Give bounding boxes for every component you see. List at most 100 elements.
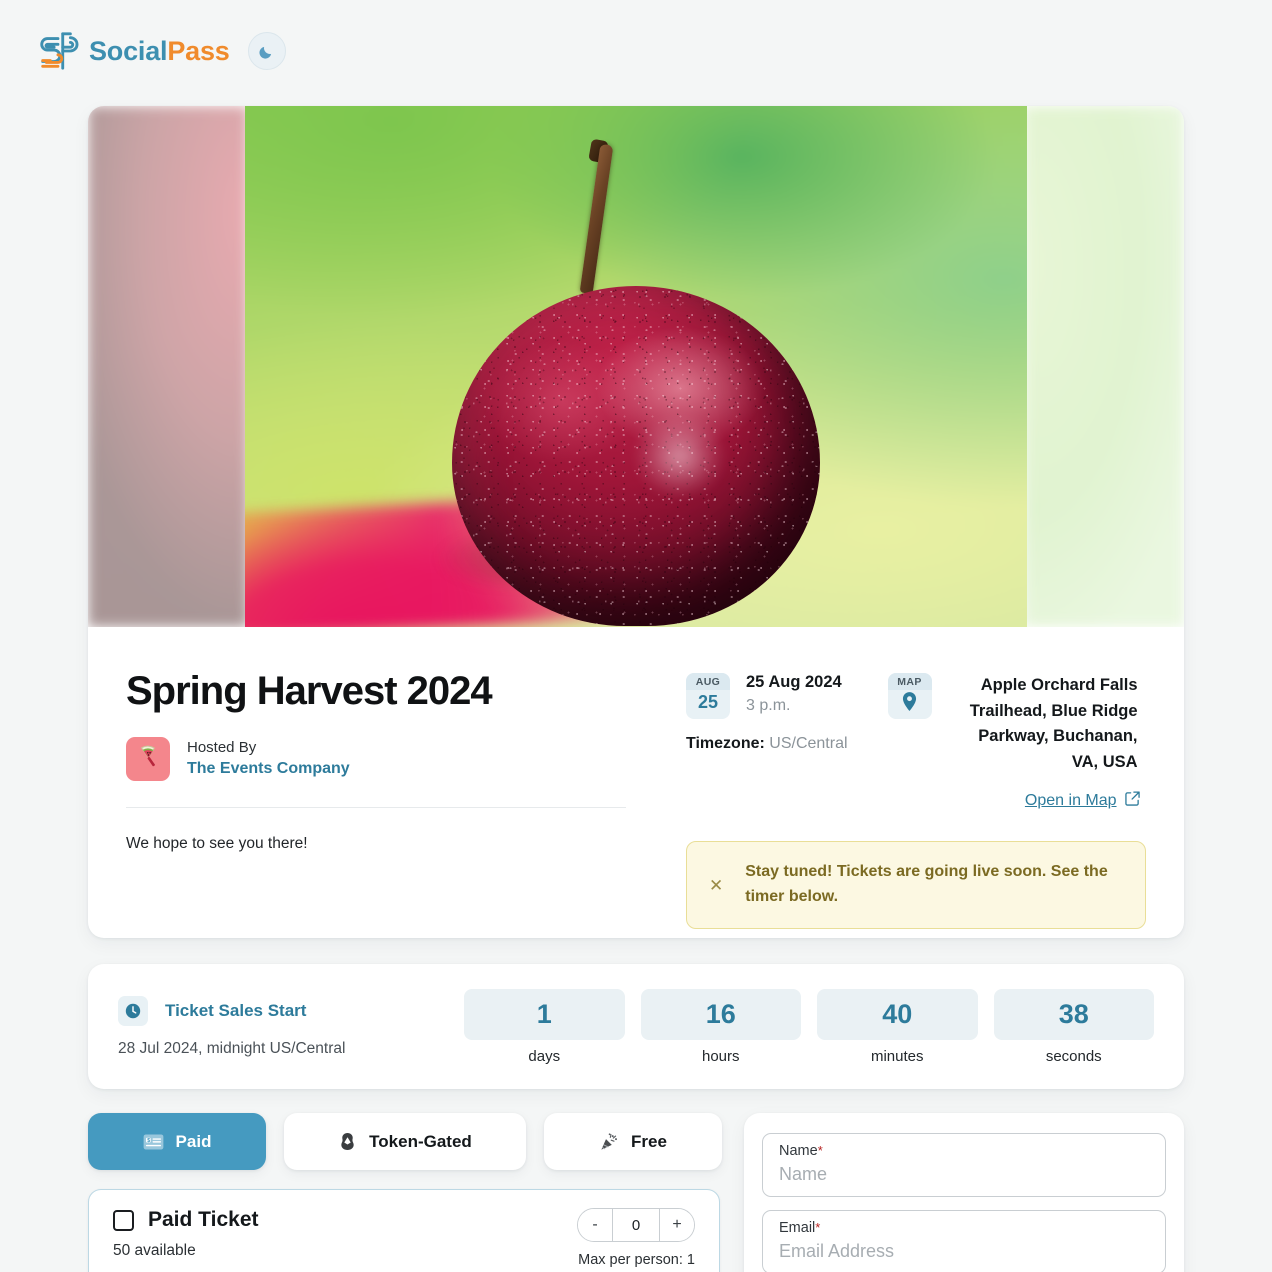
dark-mode-toggle-button[interactable] (247, 32, 286, 70)
ticket-type-tabs: $ Paid Token-Gated Free (88, 1113, 722, 1170)
countdown-label-hours: hours (701, 1047, 740, 1065)
countdown-label-days: days (528, 1047, 561, 1065)
socialpass-logo-icon (34, 30, 80, 72)
event-detail-card: Spring Harvest 2024 Hosted By The Events… (88, 106, 1184, 938)
calendar-badge: AUG 25 (686, 673, 730, 719)
name-input[interactable] (779, 1164, 1149, 1185)
email-field-label: Email* (779, 1220, 1149, 1236)
timezone-label: Timezone: (686, 735, 765, 752)
ticket-list-item: Paid Ticket 50 available - 0 + Max per p… (88, 1189, 720, 1272)
close-x-icon[interactable]: ✕ (709, 877, 723, 894)
email-field-wrapper: Email* (762, 1210, 1166, 1272)
tab-paid-label: Paid (175, 1131, 212, 1151)
ticket-sales-alert: ✕ Stay tuned! Tickets are going live soo… (686, 841, 1146, 929)
name-field-label: Name* (779, 1143, 1149, 1159)
countdown-value-days: 1 (464, 988, 625, 1040)
calendar-day: 25 (697, 692, 719, 712)
avatar (126, 737, 170, 781)
countdown-card: Ticket Sales Start 28 Jul 2024, midnight… (88, 964, 1184, 1089)
section-divider (126, 807, 626, 808)
countdown-subtitle: 28 Jul 2024, midnight US/Central (118, 1039, 346, 1057)
hero-backdrop-left (88, 106, 248, 627)
tab-free[interactable]: Free (544, 1113, 722, 1170)
event-date: 25 Aug 2024 (746, 673, 842, 691)
event-hero-image (88, 106, 1184, 627)
token-icon (338, 1132, 357, 1151)
tab-paid[interactable]: $ Paid (88, 1113, 266, 1170)
external-link-icon (1124, 791, 1140, 811)
required-marker: * (817, 1143, 823, 1158)
decrement-quantity-button[interactable]: - (578, 1209, 612, 1241)
timezone-value: US/Central (769, 735, 848, 752)
alert-message: Stay tuned! Tickets are going live soon.… (745, 863, 1108, 906)
countdown-value-minutes: 40 (817, 988, 978, 1040)
map-badge-label: MAP (887, 673, 932, 690)
event-address: Apple Orchard Falls Trailhead, Blue Ridg… (969, 676, 1138, 771)
countdown-unit-hours: 16 hours (640, 988, 801, 1065)
brand-wordmark: SocialPass (89, 36, 230, 67)
event-secondary-info: AUG 25 25 Aug 2024 3 p.m. Timezone: US/C… (686, 669, 1146, 929)
host-meta: Hosted By The Events Company (187, 738, 350, 780)
countdown-label-seconds: seconds (1045, 1047, 1102, 1065)
registration-form-card: Name* Email* (744, 1113, 1184, 1272)
ticket-select-checkbox[interactable] (113, 1209, 134, 1231)
event-date-block: AUG 25 25 Aug 2024 3 p.m. Timezone: US/C… (686, 673, 848, 811)
host-block: Hosted By The Events Company (126, 737, 656, 781)
increment-quantity-button[interactable]: + (660, 1209, 694, 1241)
brand-name-first: Social (89, 35, 168, 66)
ticket-quantity-area: - 0 + Max per person: 1 (577, 1208, 695, 1268)
event-date-text: 25 Aug 2024 3 p.m. (746, 673, 842, 719)
calendar-month: AUG (686, 673, 730, 690)
max-per-person-label: Max per person: 1 (578, 1252, 695, 1268)
name-field-wrapper: Name* (762, 1133, 1166, 1197)
ticket-info: Paid Ticket 50 available (113, 1208, 259, 1260)
countdown-unit-days: 1 days (464, 988, 625, 1065)
page-root: SocialPass Spring Harvest 2024 Hosted By… (0, 0, 1272, 1272)
event-time: 3 p.m. (746, 697, 791, 714)
brand-name-second: Pass (167, 35, 230, 66)
tab-token-gated[interactable]: Token-Gated (284, 1113, 526, 1170)
countdown-info: Ticket Sales Start 28 Jul 2024, midnight… (118, 995, 464, 1058)
app-header: SocialPass (0, 0, 1272, 82)
countdown-label-minutes: minutes (870, 1047, 924, 1065)
event-timezone: Timezone: US/Central (686, 735, 848, 753)
quantity-stepper[interactable]: - 0 + (577, 1208, 695, 1242)
countdown-units: 1 days 16 hours 40 minutes 38 seconds (464, 988, 1154, 1065)
countdown-unit-minutes: 40 minutes (817, 988, 978, 1065)
ticket-name: Paid Ticket (148, 1208, 259, 1231)
tab-token-gated-label: Token-Gated (369, 1131, 472, 1151)
hero-photo (245, 106, 1027, 627)
tab-free-label: Free (631, 1131, 667, 1151)
countdown-value-seconds: 38 (993, 988, 1154, 1040)
hero-backdrop-right (1024, 106, 1184, 627)
apple-highlight (621, 408, 752, 529)
email-input[interactable] (779, 1241, 1149, 1262)
hosted-by-label: Hosted By (187, 739, 257, 757)
event-body: Spring Harvest 2024 Hosted By The Events… (88, 627, 1184, 929)
host-name-link[interactable]: The Events Company (187, 758, 350, 780)
svg-text:$: $ (147, 1137, 150, 1143)
event-meta-row: AUG 25 25 Aug 2024 3 p.m. Timezone: US/C… (686, 673, 1146, 811)
open-in-map-link[interactable]: Open in Map (1025, 791, 1140, 811)
required-marker: * (815, 1220, 821, 1235)
map-pin-icon (902, 690, 917, 718)
watermelon-slice-icon (133, 742, 163, 777)
email-label-text: Email (779, 1220, 816, 1236)
apple-body (452, 286, 820, 626)
clock-icon (118, 995, 148, 1026)
name-label-text: Name (779, 1143, 818, 1159)
page-title: Spring Harvest 2024 (126, 669, 493, 713)
open-in-map-label: Open in Map (1024, 792, 1117, 810)
party-popper-icon (599, 1132, 619, 1152)
brand-logo[interactable]: SocialPass (34, 30, 230, 72)
event-location-block: MAP Apple Orchard Falls Trailhead, Blue … (887, 673, 1140, 811)
countdown-title: Ticket Sales Start (165, 1000, 307, 1020)
money-card-icon: $ (143, 1133, 164, 1150)
event-primary-info: Spring Harvest 2024 Hosted By The Events… (126, 669, 656, 929)
map-badge: MAP (887, 673, 932, 719)
countdown-unit-seconds: 38 seconds (993, 988, 1154, 1065)
event-description: We hope to see you there! (126, 835, 308, 852)
countdown-value-hours: 16 (640, 988, 801, 1040)
quantity-value[interactable]: 0 (612, 1209, 660, 1241)
moon-icon (258, 43, 275, 60)
